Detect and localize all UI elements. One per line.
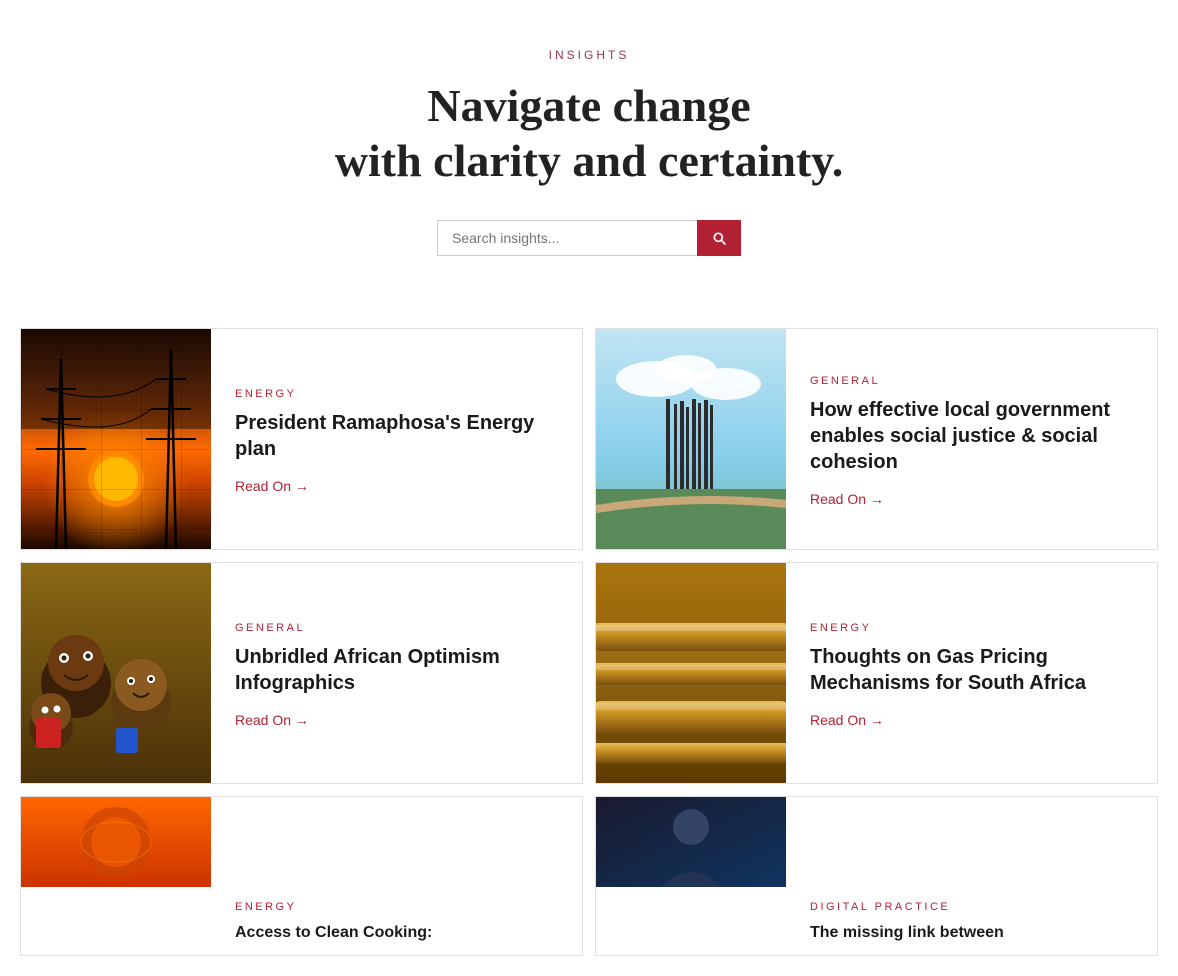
card-energy-clean-cooking: ENERGY Access to Clean Cooking: xyxy=(20,796,583,956)
card-content-3: GENERAL Unbridled African Optimism Infog… xyxy=(211,563,582,783)
card-image-1 xyxy=(21,329,211,549)
card-image-5 xyxy=(21,797,211,887)
card-category-5: ENERGY xyxy=(235,901,432,913)
mandela-sculpture-svg xyxy=(596,329,786,549)
card-content-6: DIGITAL PRACTICE The missing link betwee… xyxy=(786,797,1028,955)
card-title-2: How effective local government enables s… xyxy=(810,397,1133,475)
card-category-2: GENERAL xyxy=(810,375,1133,387)
page-wrapper: INSIGHTS Navigate change with clarity an… xyxy=(0,0,1178,976)
card-image-6 xyxy=(596,797,786,887)
card-content-5: ENERGY Access to Clean Cooking: xyxy=(211,797,456,955)
read-on-1[interactable]: Read On → xyxy=(235,478,558,494)
card-energy-gas-pricing: ENERGY Thoughts on Gas Pricing Mechanism… xyxy=(595,562,1158,784)
header-section: INSIGHTS Navigate change with clarity an… xyxy=(0,0,1178,328)
read-on-3[interactable]: Read On → xyxy=(235,712,558,728)
card-title-3: Unbridled African Optimism Infographics xyxy=(235,644,558,696)
power-lines-svg xyxy=(21,329,211,549)
main-title: Navigate change with clarity and certain… xyxy=(20,78,1158,188)
search-icon xyxy=(711,230,727,246)
card-content-1: ENERGY President Ramaphosa's Energy plan… xyxy=(211,329,582,549)
card-title-4: Thoughts on Gas Pricing Mechanisms for S… xyxy=(810,644,1133,696)
card-title-6: The missing link between xyxy=(810,923,1004,944)
card-category-4: ENERGY xyxy=(810,622,1133,634)
children-svg xyxy=(21,563,211,783)
card-general-local-gov: GENERAL How effective local government e… xyxy=(595,328,1158,550)
card-general-african-optimism: GENERAL Unbridled African Optimism Infog… xyxy=(20,562,583,784)
section-label: INSIGHTS xyxy=(20,48,1158,62)
search-bar xyxy=(20,220,1158,256)
card-content-4: ENERGY Thoughts on Gas Pricing Mechanism… xyxy=(786,563,1157,783)
card-image-3 xyxy=(21,563,211,783)
cards-grid: ENERGY President Ramaphosa's Energy plan… xyxy=(0,328,1178,976)
card-digital-missing-link: DIGITAL PRACTICE The missing link betwee… xyxy=(595,796,1158,956)
flame-svg xyxy=(21,797,211,887)
card-title-5: Access to Clean Cooking: xyxy=(235,923,432,944)
pipeline-svg xyxy=(596,563,786,783)
card-category-3: GENERAL xyxy=(235,622,558,634)
card-title-1: President Ramaphosa's Energy plan xyxy=(235,410,558,462)
search-input[interactable] xyxy=(437,220,697,256)
card-content-2: GENERAL How effective local government e… xyxy=(786,329,1157,549)
card-category-6: DIGITAL PRACTICE xyxy=(810,901,1004,913)
read-on-4[interactable]: Read On → xyxy=(810,712,1133,728)
card-image-2 xyxy=(596,329,786,549)
search-button[interactable] xyxy=(697,220,741,256)
tech-svg xyxy=(596,797,786,887)
read-on-2[interactable]: Read On → xyxy=(810,491,1133,507)
card-image-4 xyxy=(596,563,786,783)
card-category-1: ENERGY xyxy=(235,388,558,400)
card-energy-ramaphosa: ENERGY President Ramaphosa's Energy plan… xyxy=(20,328,583,550)
